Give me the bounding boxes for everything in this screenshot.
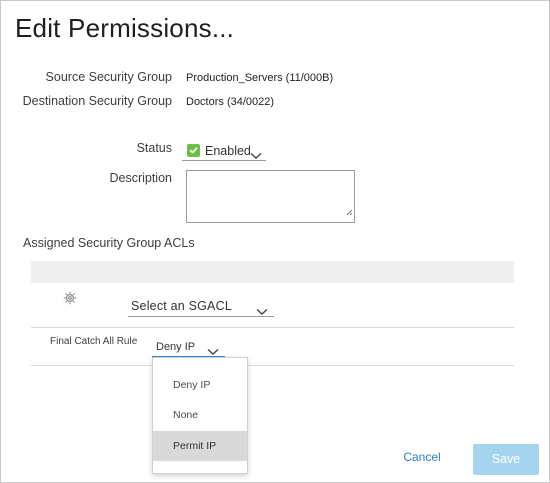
description-label: Description [109,171,172,185]
status-value: Enabled [205,143,251,158]
source-security-group-value: Production_Servers (11/000B) [186,72,334,84]
assigned-acls-label: Assigned Security Group ACLs [23,236,195,250]
final-catch-all-dropdown: Deny IP None Permit IP [152,357,248,474]
status-label: Status [136,141,172,155]
row-divider [31,327,514,328]
cancel-button[interactable]: Cancel [387,450,457,464]
option-permit-ip[interactable]: Permit IP [153,431,247,461]
check-icon [187,144,200,157]
option-none[interactable]: None [153,400,247,430]
final-catch-all-label: Final Catch All Rule [50,336,138,347]
edit-permissions-dialog: Edit Permissions... Source Security Grou… [0,0,550,483]
final-catch-all-value: Deny IP [156,341,196,353]
row-divider [31,365,514,366]
status-select[interactable]: Enabled [182,141,266,161]
destination-security-group-label: Destination Security Group [22,94,172,108]
source-security-group-label: Source Security Group [45,70,172,84]
dialog-title: Edit Permissions... [15,13,235,43]
chevron-down-icon [256,303,268,321]
acl-table-header [31,261,514,283]
final-catch-all-select[interactable]: Deny IP [152,339,225,357]
sgacl-select[interactable]: Select an SGACL [128,297,274,317]
option-deny-ip[interactable]: Deny IP [153,370,247,400]
chevron-down-icon [250,147,262,165]
save-button[interactable]: Save [473,444,539,475]
destination-security-group-value: Doctors (34/0022) [186,96,275,108]
resize-grip-icon[interactable] [346,203,353,221]
description-textarea[interactable] [186,170,355,223]
gear-icon[interactable] [63,291,77,310]
sgacl-placeholder: Select an SGACL [131,299,232,313]
